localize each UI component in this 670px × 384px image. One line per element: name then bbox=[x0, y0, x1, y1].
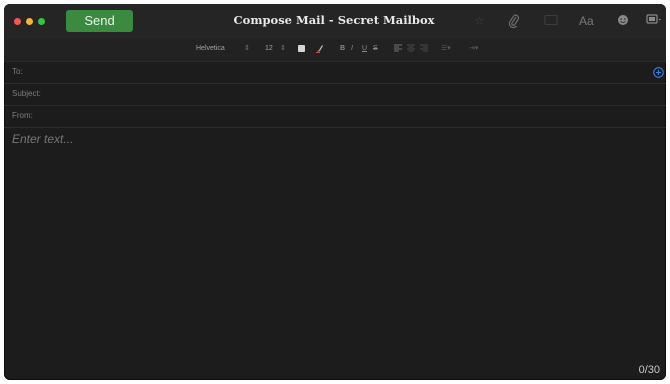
font-size-stepper-icon[interactable]: ⇕ bbox=[280, 44, 286, 54]
close-window-button[interactable] bbox=[14, 18, 21, 25]
format-bar: Helvetica ⇕ 12 ⇕ B I U S ☰▾ ⇥▾ bbox=[4, 39, 666, 62]
from-field[interactable]: From: bbox=[4, 106, 666, 128]
photo-icon[interactable] bbox=[544, 14, 558, 29]
to-label: To: bbox=[12, 67, 23, 76]
star-icon[interactable]: ☆ bbox=[474, 14, 485, 28]
align-right-icon[interactable] bbox=[420, 44, 428, 56]
window-title: Compose Mail - Secret Mailbox bbox=[233, 13, 435, 27]
indent-icon[interactable]: ⇥▾ bbox=[469, 44, 478, 54]
font-size-select[interactable]: 12 bbox=[265, 44, 273, 54]
text-color-swatch[interactable] bbox=[298, 45, 305, 52]
subject-field[interactable]: Subject: bbox=[4, 84, 666, 106]
subject-label: Subject: bbox=[12, 89, 41, 98]
send-button[interactable]: Send bbox=[66, 10, 133, 32]
list-style-icon[interactable]: ☰▾ bbox=[441, 44, 451, 54]
paperclip-icon[interactable] bbox=[508, 14, 520, 31]
compose-window: Send Compose Mail - Secret Mailbox ☆ Aa … bbox=[4, 4, 666, 380]
underline-button[interactable]: U bbox=[362, 44, 367, 54]
highlight-color-icon[interactable] bbox=[316, 44, 324, 57]
align-center-icon[interactable] bbox=[407, 44, 415, 56]
message-body[interactable]: Enter text... 0/30 bbox=[4, 127, 666, 380]
add-recipient-icon[interactable] bbox=[653, 65, 664, 83]
photo-browser-icon[interactable] bbox=[646, 14, 662, 29]
italic-button[interactable]: I bbox=[351, 44, 353, 54]
minimize-window-button[interactable] bbox=[26, 18, 33, 25]
zoom-window-button[interactable] bbox=[38, 18, 45, 25]
bold-button[interactable]: B bbox=[340, 44, 345, 54]
strikethrough-button[interactable]: S bbox=[373, 44, 378, 54]
to-field[interactable]: To: bbox=[4, 62, 666, 84]
title-bar: Send Compose Mail - Secret Mailbox ☆ Aa bbox=[4, 4, 666, 39]
font-panel-icon[interactable]: Aa bbox=[579, 14, 594, 28]
font-family-select[interactable]: Helvetica bbox=[196, 44, 225, 54]
from-label: From: bbox=[12, 111, 33, 120]
character-counter: 0/30 bbox=[638, 364, 660, 376]
emoji-icon[interactable] bbox=[617, 14, 629, 29]
font-family-stepper-icon[interactable]: ⇕ bbox=[244, 44, 250, 54]
body-placeholder: Enter text... bbox=[12, 132, 74, 146]
align-left-icon[interactable] bbox=[394, 44, 402, 56]
